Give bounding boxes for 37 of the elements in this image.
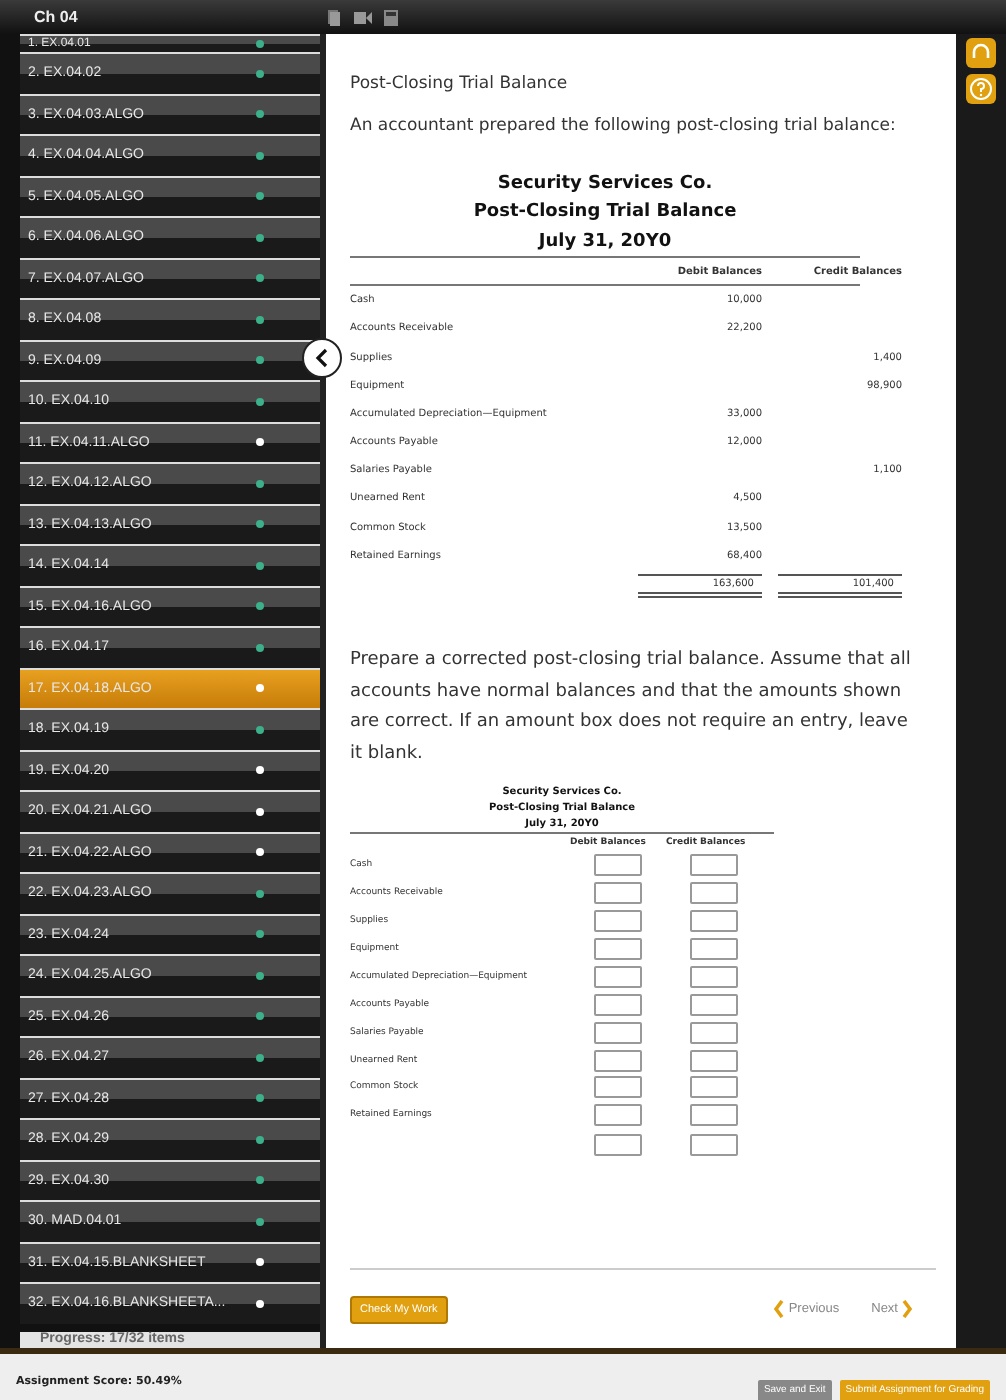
debit-input[interactable] <box>594 910 642 933</box>
instructions-text: Prepare a corrected post-closing trial balance. Assume that all accounts have normal balances and that the amounts shown are correct. If an amount box does not require an entry, leave it blank. <box>350 647 913 769</box>
credit-input[interactable] <box>690 993 738 1016</box>
debit-input[interactable] <box>594 993 642 1016</box>
table-heading: Security Services Co. <box>497 171 713 198</box>
credit-input[interactable] <box>690 1104 738 1127</box>
help-icon[interactable] <box>966 74 996 104</box>
chevron-right-icon <box>902 1300 912 1318</box>
debit-input[interactable] <box>594 854 642 877</box>
chevron-left-icon <box>314 348 330 368</box>
debit-input[interactable] <box>594 1076 642 1099</box>
table-heading: July 31, 20Y0 <box>538 229 672 256</box>
question-text: An accountant prepared the following post-closing trial balance: <box>350 114 898 140</box>
chapter-title: Ch 04 <box>32 8 80 26</box>
credit-input[interactable] <box>690 965 738 988</box>
credit-input[interactable] <box>690 1076 738 1099</box>
debit-input[interactable] <box>594 1104 642 1127</box>
debit-input[interactable] <box>594 1049 642 1072</box>
credit-input[interactable] <box>690 882 738 905</box>
collapse-button[interactable] <box>302 338 342 378</box>
chevron-left-icon <box>774 1300 785 1318</box>
calculator-icon[interactable] <box>384 9 398 25</box>
document-icon[interactable] <box>326 9 342 25</box>
debit-input[interactable] <box>594 882 642 905</box>
debit-input[interactable] <box>594 938 642 961</box>
debit-total-input[interactable] <box>594 1134 642 1157</box>
credit-input[interactable] <box>690 938 738 961</box>
credit-input[interactable] <box>690 854 738 877</box>
debit-input[interactable] <box>594 1021 642 1044</box>
credit-input[interactable] <box>690 1021 738 1044</box>
video-icon[interactable] <box>354 11 372 23</box>
question-title: Post-Closing Trial Balance <box>350 74 570 94</box>
credit-input[interactable] <box>690 910 738 933</box>
debit-input[interactable] <box>594 965 642 988</box>
credit-total-input[interactable] <box>690 1134 738 1157</box>
credit-input[interactable] <box>690 1049 738 1072</box>
table-heading: Post-Closing Trial Balance <box>473 200 737 227</box>
